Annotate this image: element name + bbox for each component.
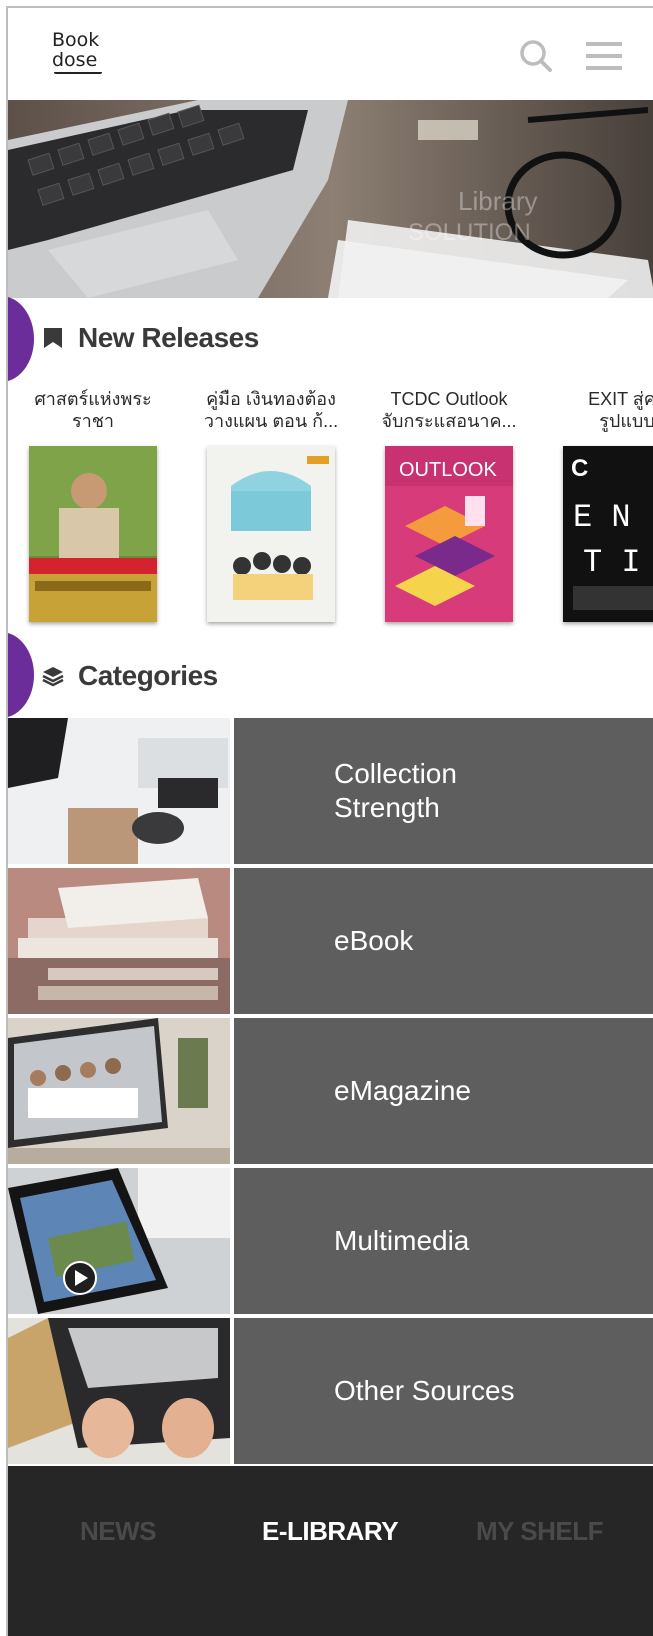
category-label[interactable]: Other Sources (234, 1318, 653, 1464)
categories-title: Categories (78, 660, 218, 691)
book-item[interactable]: คู่มือ เงินทองต้อง วางแผน ตอน ก้... (186, 388, 356, 622)
side-marker-categories (8, 632, 34, 718)
category-label[interactable]: Collection Strength (234, 718, 653, 864)
layers-icon (42, 667, 64, 687)
svg-text:E N: E N (573, 499, 631, 536)
book-cover-king-portrait[interactable] (29, 446, 157, 622)
book-cover-money-planning[interactable] (207, 446, 335, 622)
book-cover-exit[interactable]: C E N T I (563, 446, 653, 622)
book-cover-tcdc-outlook[interactable]: OUTLOOK (385, 446, 513, 622)
logo-line-2: dose (52, 49, 98, 71)
book-item[interactable]: TCDC Outlook จับกระแสอนาค... OUTLOOK (364, 388, 534, 622)
hero-watermark-2: SOLUTION (408, 219, 531, 246)
book-item[interactable]: EXIT สู่คว รูปแบบ C E N T I (542, 388, 653, 622)
category-image-typing (8, 1318, 230, 1464)
category-label[interactable]: eBook (234, 868, 653, 1014)
category-image-books (8, 868, 230, 1014)
new-releases-list: ศาสตร์แห่งพระ ราชา คู่มือ เงินทองต้อง วา… (8, 388, 653, 638)
hero-watermark-1: Library (458, 186, 537, 216)
nav-tab-my-shelf[interactable]: MY SHELF (476, 1516, 603, 1547)
category-multimedia[interactable]: Multimedia (8, 1168, 653, 1314)
book-title: TCDC Outlook จับกระแสอนาค... (381, 389, 517, 431)
svg-text:C: C (571, 455, 588, 482)
hero-banner[interactable]: Library SOLUTION (8, 100, 653, 298)
svg-text:OUTLOOK: OUTLOOK (399, 459, 497, 481)
logo-underline (54, 72, 102, 74)
category-other-sources[interactable]: Other Sources (8, 1318, 653, 1464)
new-releases-title: New Releases (78, 322, 259, 353)
category-image-phone-video (8, 1168, 230, 1314)
logo-line-1: Book (52, 29, 100, 51)
category-emagazine[interactable]: eMagazine (8, 1018, 653, 1164)
category-label[interactable]: Multimedia (234, 1168, 653, 1314)
book-title: EXIT สู่คว รูปแบบ (588, 389, 653, 431)
bookmark-icon (44, 328, 62, 348)
category-ebook[interactable]: eBook (8, 868, 653, 1014)
nav-tab-news[interactable]: NEWS (80, 1516, 157, 1547)
book-title: ศาสตร์แห่งพระ ราชา (34, 389, 152, 431)
app-header: Book dose (8, 8, 653, 101)
side-marker-new-releases (8, 296, 34, 382)
hero-illustration: Library SOLUTION (8, 100, 653, 298)
bookdose-logo[interactable]: Book dose (52, 30, 108, 78)
search-icon[interactable] (516, 36, 556, 76)
book-title: คู่มือ เงินทองต้อง วางแผน ตอน ก้... (203, 389, 339, 431)
nav-tab-e-library[interactable]: E-LIBRARY (262, 1516, 399, 1547)
svg-text:T I: T I (583, 544, 641, 581)
categories-heading: Categories (42, 660, 218, 692)
book-item[interactable]: ศาสตร์แห่งพระ ราชา (8, 388, 178, 622)
hamburger-menu-icon[interactable] (584, 36, 624, 76)
category-label[interactable]: eMagazine (234, 1018, 653, 1164)
new-releases-heading: New Releases (42, 322, 259, 354)
category-image-laptop-people (8, 1018, 230, 1164)
category-image-desk (8, 718, 230, 864)
app-frame: Book dose Library SOLUTION New Releases … (6, 6, 653, 1636)
bottom-navigation: NEWS E-LIBRARY MY SHELF (8, 1466, 653, 1636)
category-collection-strength[interactable]: Collection Strength (8, 718, 653, 864)
